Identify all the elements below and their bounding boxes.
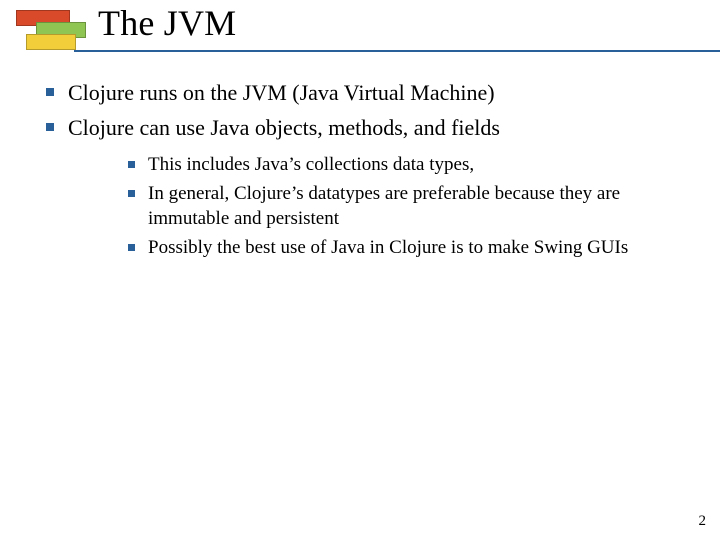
page-title: The JVM bbox=[98, 2, 236, 44]
body-content: Clojure runs on the JVM (Java Virtual Ma… bbox=[40, 78, 690, 266]
sub-bullet-item: Possibly the best use of Java in Clojure… bbox=[126, 235, 690, 260]
bullet-text: Clojure can use Java objects, methods, a… bbox=[68, 115, 500, 140]
sub-bullet-item: In general, Clojure’s datatypes are pref… bbox=[126, 181, 690, 231]
title-underline bbox=[74, 50, 720, 52]
sub-bullet-text: Possibly the best use of Java in Clojure… bbox=[148, 237, 628, 258]
sub-bullet-list: This includes Java’s collections data ty… bbox=[126, 152, 690, 260]
bullet-list: Clojure runs on the JVM (Java Virtual Ma… bbox=[40, 78, 690, 260]
bullet-item: Clojure runs on the JVM (Java Virtual Ma… bbox=[40, 78, 690, 107]
sub-bullet-text: This includes Java’s collections data ty… bbox=[148, 154, 474, 175]
page-number: 2 bbox=[699, 513, 707, 530]
logo-mark bbox=[16, 0, 86, 50]
sub-bullet-item: This includes Java’s collections data ty… bbox=[126, 152, 690, 177]
sub-bullet-text: In general, Clojure’s datatypes are pref… bbox=[148, 183, 620, 229]
logo-bar-yellow bbox=[26, 34, 76, 50]
bullet-text: Clojure runs on the JVM (Java Virtual Ma… bbox=[68, 80, 495, 105]
bullet-item: Clojure can use Java objects, methods, a… bbox=[40, 113, 690, 260]
slide: The JVM Clojure runs on the JVM (Java Vi… bbox=[0, 0, 720, 540]
